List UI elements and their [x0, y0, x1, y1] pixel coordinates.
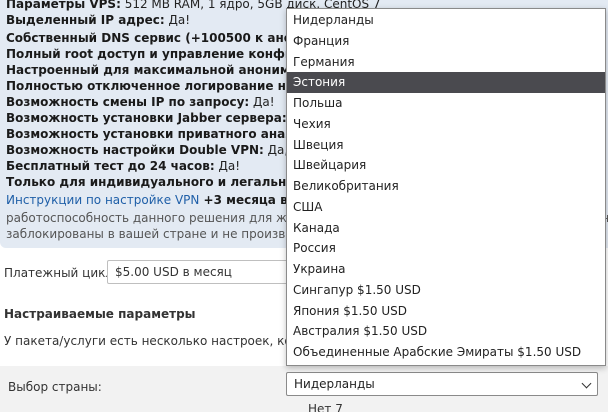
feature-line: Бесплатный тест до 24 часов: Да!	[6, 158, 240, 174]
feature-label: Возможность настройки Double VPN:	[6, 143, 264, 157]
dropdown-option[interactable]: Швеция	[287, 135, 605, 156]
country-select[interactable]: Нидерланды	[286, 372, 598, 396]
dropdown-option[interactable]: Германия	[287, 52, 605, 73]
chevron-down-icon	[581, 378, 592, 389]
dropdown-option[interactable]: Чехия	[287, 114, 605, 135]
dropdown-option[interactable]: Нидерланды	[287, 10, 605, 31]
dropdown-option[interactable]: Япония $1.50 USD	[287, 301, 605, 322]
feature-line: Выделенный IP адрес: Да!	[6, 12, 190, 28]
dropdown-option[interactable]: Канада	[287, 218, 605, 239]
dropdown-option[interactable]: Сингапур $1.50 USD	[287, 280, 605, 301]
country-dropdown-list[interactable]: Нидерланды Франция Германия Эстония Польша Че…	[286, 8, 606, 366]
config-section-title: Настраиваемые параметры	[4, 307, 196, 321]
dropdown-option[interactable]: Россия	[287, 238, 605, 259]
feature-value: Да!	[249, 95, 275, 109]
config-section-desc: У пакета/услуги есть несколько настроек,…	[4, 334, 331, 348]
warning-line-1: работоспособность данного решения для жи…	[6, 211, 325, 225]
dropdown-option[interactable]: Украина	[287, 259, 605, 280]
dropdown-option[interactable]: Австралия $1.50 USD	[287, 321, 605, 342]
feature-label: Выделенный IP адрес:	[6, 13, 165, 27]
warning-line-2: заблокированы в вашей стране и не произв…	[6, 227, 318, 241]
dropdown-option[interactable]: Великобритания	[287, 176, 605, 197]
dropdown-option[interactable]: Франция	[287, 31, 605, 52]
dropdown-option[interactable]: Швейцария	[287, 155, 605, 176]
next-option-text: Нет 7	[308, 402, 343, 412]
order-config-page: Параметры VPS: 512 MB RAM, 1 ядро, 5GB д…	[0, 0, 608, 412]
vpn-instructions-link[interactable]: Инструкции по настройке VPN	[6, 193, 199, 207]
feature-label: Бесплатный тест до 24 часов:	[6, 159, 215, 173]
dropdown-option[interactable]: Эстония	[287, 72, 605, 93]
dropdown-option[interactable]: Объединенные Арабские Эмираты $1.50 USD	[287, 342, 605, 363]
billing-cycle-select[interactable]: $5.00 USD в месяц	[107, 260, 297, 284]
country-select-value: Нидерланды	[294, 377, 375, 391]
feature-label: Возможность установки Jabber сервера:	[6, 111, 287, 125]
feature-value: Да!	[164, 13, 191, 27]
country-select-label: Выбор страны:	[8, 380, 102, 394]
feature-label: Возможность смены IP по запросу:	[6, 95, 250, 109]
feature-line: Возможность смены IP по запросу: Да!	[6, 94, 275, 110]
feature-label: Полностью отключенное логирование на VPS…	[6, 79, 330, 93]
billing-cycle-label: Платежный цикл:	[4, 266, 118, 280]
dropdown-option[interactable]: США	[287, 197, 605, 218]
feature-label: Параметры VPS:	[6, 0, 121, 11]
dropdown-option[interactable]: Польша	[287, 93, 605, 114]
feature-value: Да!	[214, 159, 241, 173]
